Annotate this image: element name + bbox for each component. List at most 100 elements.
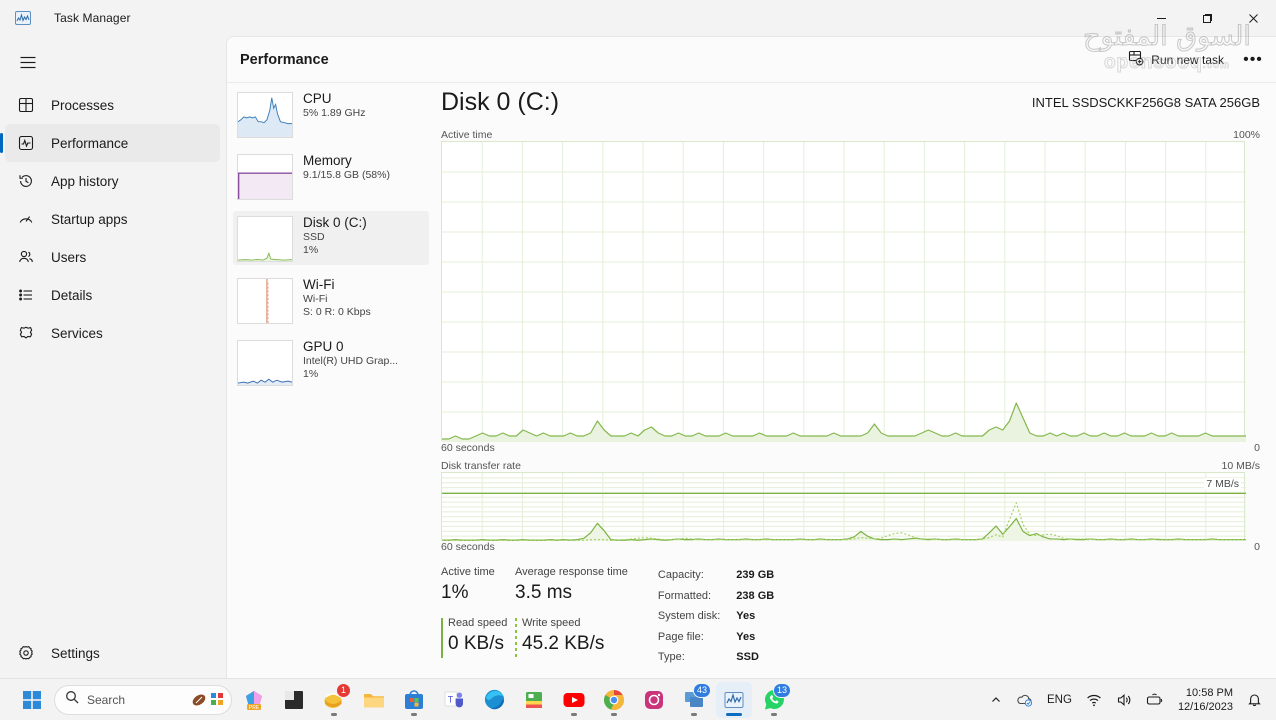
microsoft-store-icon[interactable] bbox=[396, 682, 432, 718]
perf-item-detail: 5% 1.89 GHz bbox=[303, 107, 366, 119]
disk-model: INTEL SSDSCKKF256G8 SATA 256GB bbox=[1031, 95, 1260, 110]
task-manager-window: Task Manager Processes Performance App h… bbox=[0, 0, 1276, 678]
football-icon bbox=[192, 693, 206, 706]
battery-icon[interactable] bbox=[1140, 684, 1170, 716]
close-button[interactable] bbox=[1230, 0, 1276, 36]
notification-badge: 1 bbox=[336, 682, 351, 698]
info-key: Page file: bbox=[657, 630, 704, 643]
stat-read-speed: Read speed 0 KB/s bbox=[441, 616, 515, 658]
perf-item-detail2: 1% bbox=[303, 368, 319, 380]
active-time-xlabel: 60 seconds bbox=[441, 442, 495, 454]
sidebar-item-users[interactable]: Users bbox=[5, 238, 220, 276]
pre-app-icon[interactable]: PRE bbox=[236, 682, 272, 718]
stat-group-left: Active time 1% Average response time 3.5… bbox=[441, 565, 628, 670]
sidebar-item-details[interactable]: Details bbox=[5, 276, 220, 314]
perf-item-detail: 9.1/15.8 GB (58%) bbox=[303, 169, 390, 181]
write-speed-legend-bar bbox=[515, 618, 517, 658]
disk-transfer-rate-graph[interactable]: 7 MB/s bbox=[441, 472, 1246, 541]
perf-item-name: CPU bbox=[303, 91, 332, 106]
microsoft-teams-icon[interactable]: T bbox=[436, 682, 472, 718]
perf-item-gpu[interactable]: GPU 0 Intel(R) UHD Grap... 1% bbox=[233, 335, 429, 389]
sidebar-item-services[interactable]: Services bbox=[5, 314, 220, 352]
perf-item-text: CPU 5% 1.89 GHz bbox=[303, 89, 365, 120]
sidebar-item-app-history[interactable]: App history bbox=[5, 162, 220, 200]
perf-item-name: Wi-Fi bbox=[303, 277, 335, 292]
google-chrome-icon[interactable] bbox=[596, 682, 632, 718]
perf-item-text: GPU 0 Intel(R) UHD Grap... 1% bbox=[303, 337, 398, 381]
remote-desktop-icon[interactable]: 43 bbox=[676, 682, 712, 718]
notification-badge: 43 bbox=[692, 682, 711, 698]
sidebar-item-performance[interactable]: Performance bbox=[0, 124, 220, 162]
task-manager-icon[interactable] bbox=[716, 681, 752, 718]
performance-icon bbox=[17, 134, 35, 152]
disk-info-table: Capacity: 239 GB Formatted: 238 GB Syste… bbox=[656, 565, 776, 670]
table-row: Type: SSD bbox=[658, 649, 774, 668]
instagram-icon[interactable] bbox=[636, 682, 672, 718]
perf-item-cpu[interactable]: CPU 5% 1.89 GHz bbox=[233, 87, 429, 141]
windows-start-icon[interactable] bbox=[14, 682, 50, 718]
transfer-rate-label: Disk transfer rate bbox=[441, 460, 521, 472]
perf-item-name: Memory bbox=[303, 153, 352, 168]
table-row: Page file: Yes bbox=[658, 629, 774, 648]
clock[interactable]: 10:58 PM 12/16/2023 bbox=[1172, 686, 1239, 714]
widgets-icon bbox=[211, 693, 223, 705]
perf-item-memory[interactable]: Memory 9.1/15.8 GB (58%) bbox=[233, 149, 429, 203]
info-key: Type: bbox=[657, 651, 685, 663]
users-icon bbox=[17, 248, 35, 266]
run-new-task-button[interactable]: Run new task bbox=[1118, 45, 1234, 75]
stat-value: 0 KB/s bbox=[448, 633, 504, 654]
sidebar-item-label: Performance bbox=[51, 135, 129, 151]
perf-item-detail: Wi-Fi bbox=[303, 293, 328, 305]
perf-item-detail2: 1% bbox=[303, 244, 319, 256]
wifi-icon[interactable] bbox=[1080, 684, 1108, 716]
chevron-up-icon[interactable] bbox=[984, 684, 1008, 716]
stat-label: Read speed bbox=[448, 617, 508, 629]
sidebar-item-processes[interactable]: Processes bbox=[5, 86, 220, 124]
perf-item-disk[interactable]: Disk 0 (C:) SSD 1% bbox=[233, 211, 429, 265]
active-time-graph[interactable] bbox=[441, 141, 1246, 442]
bell-icon[interactable] bbox=[1241, 684, 1268, 716]
maximize-button[interactable] bbox=[1184, 0, 1230, 36]
sidebar-item-settings[interactable]: Settings bbox=[5, 634, 220, 672]
microsoft-edge-icon[interactable] bbox=[476, 682, 512, 718]
more-options-button[interactable]: ••• bbox=[1238, 45, 1268, 75]
transfer-rate-axis-top: Disk transfer rate 10 MB/s bbox=[441, 460, 1276, 472]
stat-avg-response: Average response time 3.5 ms bbox=[515, 565, 628, 606]
perf-item-wifi[interactable]: Wi-Fi Wi-Fi S: 0 R: 0 Kbps bbox=[233, 273, 429, 327]
info-key: Formatted: bbox=[657, 589, 712, 602]
startup-icon bbox=[17, 210, 35, 228]
title-bar: Task Manager bbox=[0, 0, 1276, 36]
table-row: Formatted: 238 GB bbox=[658, 588, 774, 607]
sidebar-item-startup-apps[interactable]: Startup apps bbox=[5, 200, 220, 238]
sidebar: Processes Performance App history Startu… bbox=[0, 36, 226, 678]
search-suggestions[interactable] bbox=[191, 692, 225, 708]
screen: Task Manager Processes Performance App h… bbox=[0, 0, 1276, 720]
sidebar-item-label: Settings bbox=[51, 645, 100, 661]
info-value: Yes bbox=[736, 610, 756, 622]
file-explorer-icon[interactable] bbox=[356, 682, 392, 718]
perf-item-text: Memory 9.1/15.8 GB (58%) bbox=[303, 151, 390, 182]
transfer-rate-min: 0 bbox=[1254, 541, 1260, 553]
onedrive-icon[interactable] bbox=[1010, 684, 1039, 716]
perf-item-name: Disk 0 (C:) bbox=[303, 215, 367, 230]
mail-icon[interactable]: 1 bbox=[316, 682, 352, 718]
search-input[interactable]: Search bbox=[54, 684, 232, 715]
hamburger-icon[interactable] bbox=[8, 44, 48, 80]
perf-item-detail: SSD bbox=[303, 231, 325, 243]
whatsapp-icon[interactable]: 13 bbox=[756, 682, 792, 718]
book-app-icon[interactable] bbox=[516, 682, 552, 718]
stat-label: Active time bbox=[441, 566, 495, 578]
header-actions: Run new task ••• bbox=[1118, 45, 1268, 75]
taskbar: Search PRE 1 T 43 13 ENG 10:58 PM 12/16/… bbox=[0, 678, 1276, 720]
speaker-icon[interactable] bbox=[1110, 684, 1138, 716]
language-indicator[interactable]: ENG bbox=[1041, 684, 1078, 716]
stat-value: 3.5 ms bbox=[515, 582, 573, 603]
active-time-axis-bottom: 60 seconds 0 bbox=[441, 442, 1276, 454]
lightroom-icon[interactable] bbox=[276, 682, 312, 718]
youtube-icon[interactable] bbox=[556, 682, 592, 718]
notification-badge: 13 bbox=[772, 682, 791, 698]
gear-icon bbox=[17, 644, 35, 662]
clock-time: 10:58 PM bbox=[1185, 686, 1233, 699]
minimize-button[interactable] bbox=[1138, 0, 1184, 36]
performance-resource-list: CPU 5% 1.89 GHz Memory 9.1/15.8 GB (58%)… bbox=[233, 87, 429, 397]
